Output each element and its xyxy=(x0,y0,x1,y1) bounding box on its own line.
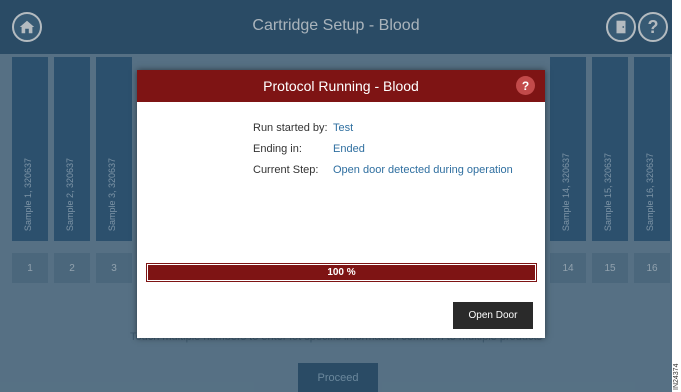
ending-in-label: Ending in: xyxy=(253,143,302,155)
run-info: Run started by: Test Ending in: Ended Cu… xyxy=(253,122,513,185)
dialog-header: Protocol Running - Blood ? xyxy=(137,70,545,102)
current-step-label: Current Step: xyxy=(253,164,319,176)
open-door-button[interactable]: Open Door xyxy=(453,302,533,329)
dialog-title: Protocol Running - Blood xyxy=(263,78,419,94)
current-step-value: Open door detected during operation xyxy=(333,164,513,176)
run-started-by-value: Test xyxy=(333,122,354,134)
progress-bar: 100 % xyxy=(146,263,537,282)
ending-in-value: Ended xyxy=(333,143,365,155)
dialog-help-button[interactable]: ? xyxy=(516,76,535,95)
protocol-running-dialog: Protocol Running - Blood ? Run started b… xyxy=(137,70,545,338)
progress-fill: 100 % xyxy=(148,265,535,280)
figure-code: IN24374 xyxy=(673,363,680,390)
run-started-by-label: Run started by: xyxy=(253,122,328,134)
progress-text: 100 % xyxy=(327,267,356,278)
